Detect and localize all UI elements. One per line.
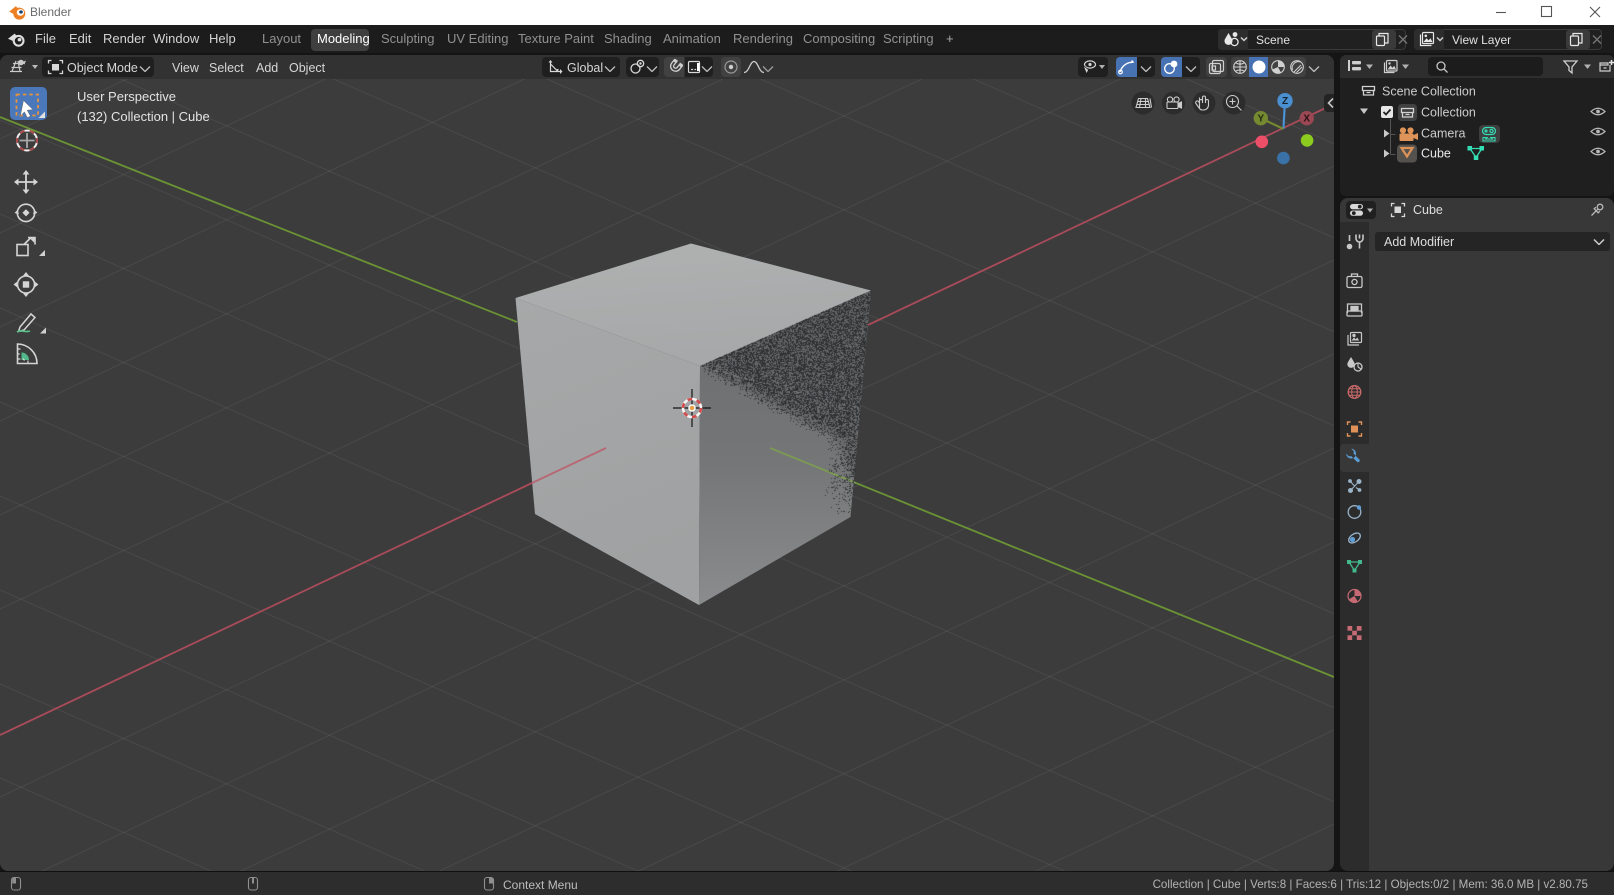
svg-text:X: X [1303,114,1310,125]
svg-text:Collection: Collection [1421,106,1476,120]
svg-text:(132) Collection | Cube: (132) Collection | Cube [77,109,210,124]
svg-text:Camera: Camera [1421,127,1466,141]
svg-text:Y: Y [1257,114,1264,125]
svg-text:Cube: Cube [1421,147,1451,161]
svg-text:Z: Z [1282,96,1288,107]
svg-text:User Perspective: User Perspective [77,89,176,104]
svg-text:Scene Collection: Scene Collection [1382,85,1476,99]
